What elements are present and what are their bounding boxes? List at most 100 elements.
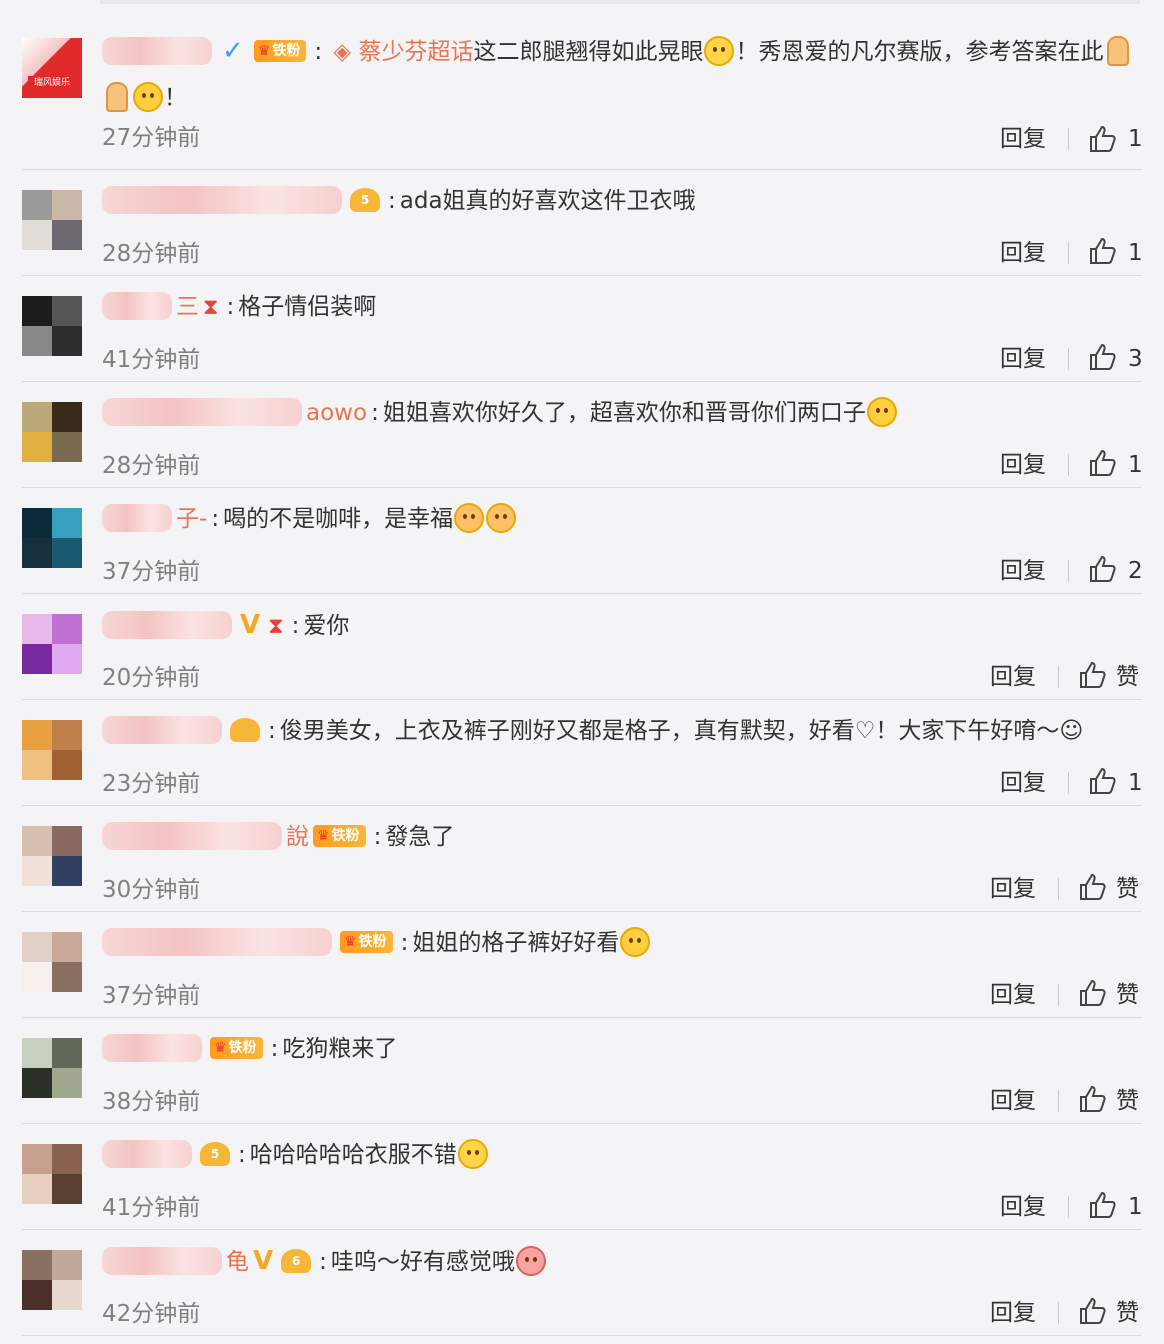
comment-content: 說 ♛ 铁粉: 發急了: [102, 820, 1140, 854]
blurred-username[interactable]: [102, 1033, 202, 1062]
reply-button[interactable]: 回复: [1000, 448, 1046, 482]
timestamp: 42分钟前: [102, 1301, 201, 1327]
blurred-username[interactable]: [102, 821, 282, 850]
comment-text: 發急了: [385, 824, 455, 850]
blurred-username[interactable]: [102, 610, 232, 639]
reply-button[interactable]: 回复: [1000, 122, 1046, 156]
blurred-username[interactable]: [102, 1139, 192, 1168]
thumbs-up-icon[interactable]: [1088, 124, 1118, 154]
avatar[interactable]: [22, 932, 82, 992]
comment-text: 吃狗粮来了: [282, 1036, 398, 1062]
comment-content: 子-: 喝的不是咖啡，是幸福: [102, 502, 1140, 536]
username-tail[interactable]: 說: [286, 824, 309, 850]
thumbs-up-icon[interactable]: [1088, 1190, 1118, 1220]
comment-item: 龟 V 6: 哇呜～好有感觉哦 42分钟前 回复 赞: [0, 1230, 1164, 1336]
avatar[interactable]: [22, 296, 82, 356]
thumbs-up-icon[interactable]: [1088, 236, 1118, 266]
comment-item: V ⧗: 爱你 20分钟前 回复赞: [0, 594, 1164, 700]
fan-level-icon[interactable]: [230, 717, 260, 742]
like-count: 赞: [1116, 982, 1139, 1008]
vip-v-icon: V: [240, 610, 261, 640]
avatar[interactable]: [22, 508, 82, 568]
reply-button[interactable]: 回复: [990, 660, 1036, 694]
smile-emoji-icon: [704, 35, 735, 66]
reply-button[interactable]: 回复: [1000, 342, 1046, 376]
reply-button[interactable]: 回复: [1000, 236, 1046, 270]
thumbs-up-icon[interactable]: [1088, 342, 1118, 372]
like-count: 赞: [1116, 664, 1139, 690]
thumbs-up-icon[interactable]: [1078, 1084, 1108, 1114]
timestamp: 30分钟前: [102, 877, 201, 903]
blurred-username[interactable]: [102, 397, 302, 426]
divider: [1068, 1196, 1069, 1218]
comment-content: V ⧗: 爱你: [102, 608, 1140, 644]
topic-link[interactable]: 蔡少芬超话: [358, 39, 473, 65]
blurred-username[interactable]: [102, 291, 172, 320]
reply-button[interactable]: 回复: [1000, 554, 1046, 588]
avatar[interactable]: [22, 826, 82, 886]
thumbs-up-icon[interactable]: [1078, 872, 1108, 902]
comment-item: : 俊男美女，上衣及裤子刚好又都是格子，真有默契，好看♡！大家下午好唷～☺ 23分钟…: [0, 700, 1164, 806]
timestamp: 41分钟前: [102, 347, 201, 373]
avatar[interactable]: [22, 614, 82, 674]
hand-emoji-icon: [106, 81, 128, 112]
hourglass-icon: ⧗: [203, 295, 219, 320]
fan-level-icon[interactable]: 5: [350, 187, 380, 212]
reply-button[interactable]: 回复: [990, 1084, 1036, 1118]
username-tail[interactable]: 龟: [226, 1249, 249, 1275]
thumbs-up-icon[interactable]: [1078, 978, 1108, 1008]
fan-level-icon[interactable]: 5: [200, 1141, 230, 1166]
fan-badge[interactable]: ♛ 铁粉: [253, 39, 307, 62]
blurred-username[interactable]: [102, 503, 172, 532]
username-tail[interactable]: 三: [176, 294, 199, 320]
username-tail[interactable]: 子-: [176, 506, 207, 532]
thumbs-up-icon[interactable]: [1088, 554, 1118, 584]
comment-item: ♛ 铁粉: 吃狗粮来了 38分钟前 回复 赞: [0, 1018, 1164, 1124]
blurred-username[interactable]: [102, 927, 332, 956]
comment-content: 5: ada姐真的好喜欢这件卫衣哦: [102, 184, 1140, 218]
thumbs-up-icon[interactable]: [1088, 766, 1118, 796]
avatar[interactable]: [22, 720, 82, 780]
username-tail[interactable]: aowo: [306, 400, 367, 426]
thumbs-up-icon[interactable]: [1078, 660, 1108, 690]
fan-badge[interactable]: ♛ 铁粉: [340, 930, 393, 953]
comment-content: : 俊男美女，上衣及裤子刚好又都是格子，真有默契，好看♡！大家下午好唷～☺: [102, 714, 1140, 748]
top-edge: [100, 0, 1140, 4]
fan-badge[interactable]: ♛ 铁粉: [313, 824, 366, 847]
comment-text-3: ！: [164, 85, 187, 111]
avatar[interactable]: [22, 1038, 82, 1098]
avatar[interactable]: [22, 1144, 82, 1204]
reply-button[interactable]: 回复: [990, 872, 1036, 906]
timestamp: 23分钟前: [102, 771, 201, 797]
like-count: 1: [1128, 126, 1143, 152]
comment-content: ♛ 铁粉: 吃狗粮来了: [102, 1032, 1140, 1066]
grin-emoji-icon: [620, 926, 651, 957]
avatar[interactable]: [22, 1250, 82, 1310]
like-count: 赞: [1116, 876, 1139, 902]
timestamp: 41分钟前: [102, 1195, 201, 1221]
avatar[interactable]: [22, 190, 82, 250]
blurred-username[interactable]: [102, 36, 212, 65]
thumbs-up-icon[interactable]: [1088, 448, 1118, 478]
comment-content: ✓ ♛ 铁粉: ◈ 蔡少芬超话这二郎腿翘得如此晃眼 ！秀恩爱的凡尔赛版，参考答案在此！: [102, 28, 1140, 121]
blurred-username[interactable]: [102, 185, 342, 214]
avatar[interactable]: 瑞风娱乐: [22, 38, 82, 98]
thumbs-up-icon[interactable]: [1078, 1296, 1108, 1326]
blurred-username[interactable]: [102, 1246, 222, 1275]
blurred-username[interactable]: [102, 715, 222, 744]
divider: [1058, 1302, 1059, 1324]
comment-text: 哈哈哈哈哈衣服不错: [249, 1142, 457, 1168]
like-count: 赞: [1116, 1300, 1139, 1326]
avatar[interactable]: [22, 402, 82, 462]
divider: [1068, 454, 1069, 476]
grin-emoji-icon: [866, 396, 897, 427]
reply-button[interactable]: 回复: [1000, 1190, 1046, 1224]
reply-button[interactable]: 回复: [990, 978, 1036, 1012]
timestamp: 37分钟前: [102, 559, 201, 585]
reply-button[interactable]: 回复: [1000, 766, 1046, 800]
fan-level-icon[interactable]: 6: [281, 1248, 312, 1273]
divider: [1068, 128, 1069, 150]
divider: [1058, 984, 1059, 1006]
fan-badge[interactable]: ♛ 铁粉: [210, 1036, 263, 1059]
reply-button[interactable]: 回复: [990, 1296, 1036, 1330]
